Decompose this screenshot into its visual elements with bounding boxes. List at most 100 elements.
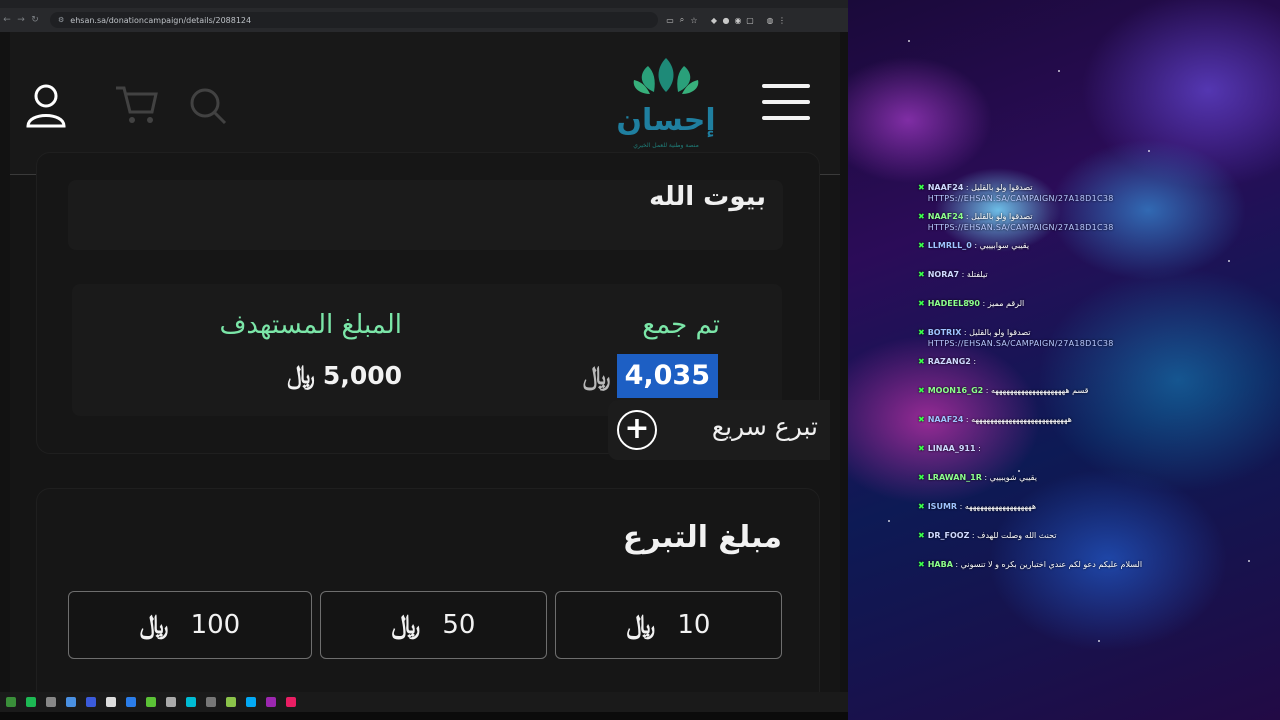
stream-chat-overlay: ✖ NAAF24 : تصدقوا ولو بالقليل HTTPS://EHSA… — [918, 180, 1168, 586]
logo-tagline: منصة وطنية للعمل الخيري — [633, 142, 699, 149]
raised-label: تم جمع — [642, 310, 720, 340]
app-icon[interactable] — [86, 697, 96, 707]
spotify-icon[interactable] — [26, 697, 36, 707]
shopping-cart-icon — [116, 86, 158, 123]
target-value: 5,000 — [322, 360, 402, 390]
chat-separator: : — [979, 299, 988, 308]
search-icon[interactable] — [188, 86, 228, 126]
chat-username: BOTRIX — [927, 328, 962, 337]
app-icon[interactable] — [106, 697, 116, 707]
chat-badge-icon: ✖ — [918, 444, 925, 453]
site-logo[interactable]: إحسان منصة وطنية للعمل الخيري — [616, 56, 716, 156]
hamburger-menu-button[interactable] — [762, 84, 810, 122]
profile-avatar-icon[interactable]: ◍ — [764, 16, 776, 25]
raised-value: 4,035 — [616, 354, 718, 398]
chrome-icon[interactable] — [126, 697, 136, 707]
chat-username: ISUMR — [927, 502, 958, 511]
chat-message: ✖ NORA7 : تيلفتلة — [918, 267, 1168, 296]
app-icon[interactable] — [46, 697, 56, 707]
chat-separator: : — [971, 241, 980, 250]
chat-badge-icon: ✖ — [918, 560, 925, 569]
chat-text: تصدقوا ولو بالقليل — [971, 183, 1033, 192]
riyal-currency-icon: ﷼ — [139, 609, 169, 640]
chat-username: NORA7 — [927, 270, 960, 279]
extensions-puzzle-icon[interactable]: ▢ — [744, 16, 756, 25]
chat-separator: : — [975, 444, 981, 453]
star — [1148, 150, 1150, 152]
plus-circle-icon[interactable]: + — [617, 410, 657, 450]
chat-separator: : — [957, 502, 965, 511]
bookmark-star-icon[interactable]: ☆ — [688, 16, 700, 25]
amount-option-10[interactable]: ﷼ 10 — [555, 591, 782, 659]
reload-icon[interactable]: ↻ — [28, 15, 42, 25]
chat-username: HADEEL890 — [927, 299, 980, 308]
amount-value: 100 — [190, 610, 241, 640]
chat-username: NAAF24 — [927, 183, 964, 192]
chat-message: ✖ DR_FOOZ : تحنث الله وصلت للهدف — [918, 528, 1168, 557]
app-icon[interactable] — [226, 697, 236, 707]
chat-badge-icon: ✖ — [918, 386, 925, 395]
chat-text: تصدقوا ولو بالقليل — [969, 328, 1031, 337]
chat-separator: : — [961, 328, 970, 337]
chat-badge-icon: ✖ — [918, 415, 925, 424]
account-icon[interactable] — [24, 82, 68, 130]
back-icon[interactable]: ← — [0, 15, 14, 25]
extension-icon[interactable]: ● — [720, 16, 732, 25]
campaign-title: بيوت الله — [649, 182, 766, 212]
forward-icon[interactable]: → — [14, 15, 28, 25]
app-icon[interactable] — [6, 697, 16, 707]
chat-message: ✖ HABA : السلام عليكم دعو لكم عندي اختبار… — [918, 557, 1168, 586]
browser-menu-icon[interactable]: ⋮ — [776, 16, 788, 25]
menu-bar — [762, 100, 810, 104]
chat-text: تحنث الله وصلت للهدف — [977, 531, 1057, 540]
target-amount: ﷼ 5,000 — [287, 360, 402, 390]
chat-text: ههههههههههههههههههههههههههه — [971, 415, 1072, 424]
cart-icon[interactable] — [114, 82, 158, 126]
browser-window: ← → ↻ ⚙ ehsan.sa/donationcampaign/detail… — [0, 0, 848, 720]
raised-amount: ﷼ 4,035 — [583, 354, 718, 398]
extension-icon[interactable]: ◉ — [732, 16, 744, 25]
chat-badge-icon: ✖ — [918, 183, 925, 192]
chat-username: LRAWAN_1R — [927, 473, 982, 482]
chat-username: LLMRLL_0 — [927, 241, 972, 250]
address-bar[interactable]: ⚙ ehsan.sa/donationcampaign/details/2088… — [50, 12, 658, 28]
chat-link: HTTPS://EHSAN.SA/CAMPAIGN/27A18D1C38 — [927, 339, 1114, 348]
magnifier-icon — [190, 88, 227, 125]
app-icon[interactable] — [206, 697, 216, 707]
riyal-currency-icon: ﷼ — [287, 360, 315, 389]
chat-text: يقيبي سوابيييي — [979, 241, 1030, 250]
target-label: المبلغ المستهدف — [219, 310, 402, 340]
extension-icon[interactable]: ◆ — [708, 16, 720, 25]
star — [1098, 640, 1100, 642]
app-icon[interactable] — [186, 697, 196, 707]
chat-message-body: DR_FOOZ : تحنث الله وصلت للهدف — [928, 530, 1057, 541]
chat-username: LINAA_911 — [927, 444, 976, 453]
chat-message-body: NAAF24 : ههههههههههههههههههههههههههه — [928, 414, 1072, 425]
amount-option-100[interactable]: ﷼ 100 — [68, 591, 312, 659]
chat-message-body: ISUMR : ههههههههههههههههههه — [928, 501, 1036, 512]
app-icon[interactable] — [266, 697, 276, 707]
chat-separator: : — [983, 386, 992, 395]
chat-message: ✖ HADEEL890 : الرقم مميز — [918, 296, 1168, 325]
app-icon[interactable] — [146, 697, 156, 707]
chat-link: HTTPS://EHSAN.SA/CAMPAIGN/27A18D1C38 — [927, 194, 1114, 203]
site-info-icon[interactable]: ⚙ — [58, 16, 64, 24]
leaf-logo-icon — [633, 58, 699, 94]
chat-message: ✖ LRAWAN_1R : يقيبي شويبييي — [918, 470, 1168, 499]
app-icon[interactable] — [166, 697, 176, 707]
amount-option-50[interactable]: ﷼ 50 — [320, 591, 547, 659]
app-icon[interactable] — [286, 697, 296, 707]
chat-text: تصدقوا ولو بالقليل — [971, 212, 1033, 221]
chat-badge-icon: ✖ — [918, 299, 925, 308]
app-icon[interactable] — [246, 697, 256, 707]
cast-icon[interactable]: ▭ — [664, 16, 676, 25]
chat-separator: : — [963, 415, 972, 424]
chat-separator: : — [952, 560, 961, 569]
quick-donate-label: تبرع سريع — [711, 412, 818, 441]
app-icon[interactable] — [66, 697, 76, 707]
chat-message: ✖ LLMRLL_0 : يقيبي سوابيييي — [918, 238, 1168, 267]
chat-message: ✖ LINAA_911 : — [918, 441, 1168, 470]
zoom-icon[interactable]: ⌕ — [676, 15, 688, 25]
address-bar-url: ehsan.sa/donationcampaign/details/208812… — [70, 15, 252, 25]
menu-bar — [762, 116, 810, 120]
